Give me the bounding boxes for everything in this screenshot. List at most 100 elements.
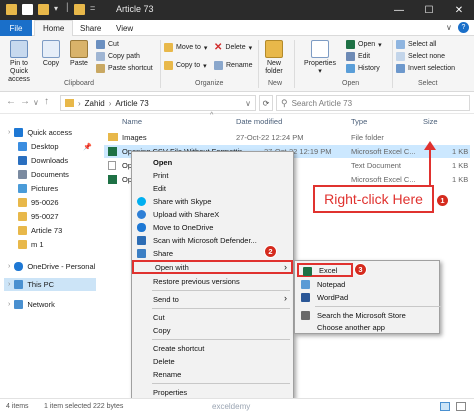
select-none-button[interactable]: Select none (396, 51, 445, 62)
nav-folder-95-0027[interactable]: 95-0027 (4, 210, 96, 223)
breadcrumb-article-73[interactable]: Article 73 (115, 99, 148, 108)
quick-access-dropdown-icon[interactable]: ▾ (54, 4, 58, 13)
search-input[interactable]: ⚲ Search Article 73 (276, 95, 470, 111)
nav-desktop[interactable]: Desktop 📌 (4, 140, 96, 153)
file-type: File folder (351, 133, 384, 142)
properties-button[interactable]: Properties ▾ (298, 40, 342, 76)
nav-network[interactable]: › Network (4, 298, 96, 311)
nav-pictures[interactable]: Pictures (4, 182, 96, 195)
copy-to-button[interactable]: Copy to ▾ (164, 60, 207, 71)
details-view-icon[interactable] (440, 402, 450, 411)
history-button[interactable]: History (346, 63, 380, 74)
nav-onedrive[interactable]: › OneDrive - Personal (4, 260, 96, 273)
tab-share[interactable]: Share (72, 20, 109, 36)
submenu-item-wordpad[interactable]: WordPad (295, 291, 439, 303)
column-header-size[interactable]: Size (423, 117, 438, 126)
wordpad-icon (301, 293, 310, 302)
pin-to-quick-access-button[interactable]: Pin to Quick access (2, 40, 36, 84)
address-field[interactable]: › Zahid › Article 73 ∨ (60, 95, 256, 111)
select-all-button[interactable]: Select all (396, 39, 436, 50)
share-icon (137, 249, 146, 258)
address-dropdown-icon[interactable]: ∨ (245, 99, 251, 108)
menu-item-open[interactable]: Open (132, 156, 293, 168)
up-arrow-icon[interactable]: ↑ (44, 96, 49, 107)
menu-item-move-to-onedrive[interactable]: Move to OneDrive (132, 221, 293, 233)
folder-icon (6, 4, 17, 15)
tab-view[interactable]: View (108, 20, 141, 36)
menu-item-share-with-skype[interactable]: Share with Skype (132, 195, 293, 207)
open-group-label: Open (342, 80, 360, 87)
open-with-submenu: Excel Notepad WordPad Search the Microso… (294, 260, 441, 334)
status-selection: 1 item selected 222 bytes (44, 403, 124, 410)
ribbon-separator (294, 40, 295, 88)
menu-separator (152, 308, 290, 309)
close-button[interactable]: ✕ (444, 0, 474, 20)
ribbon-collapse-icon[interactable]: ∨ (446, 23, 452, 32)
submenu-item-search-store[interactable]: Search the Microsoft Store (295, 309, 439, 321)
move-to-button[interactable]: Move to ▾ (164, 42, 207, 53)
breadcrumb-zahid[interactable]: Zahid (85, 99, 105, 108)
select-none-icon (396, 52, 405, 61)
back-arrow-icon[interactable]: ← (6, 96, 16, 107)
tab-file[interactable]: File (0, 20, 32, 36)
column-header-type[interactable]: Type (351, 117, 367, 126)
menu-item-properties[interactable]: Properties (132, 386, 293, 398)
recent-dropdown-icon[interactable]: ∨ (33, 98, 39, 107)
submenu-item-choose-another-app[interactable]: Choose another app (295, 321, 439, 333)
help-icon[interactable]: ? (458, 22, 469, 33)
chevron-down-icon: ▾ (318, 68, 322, 75)
file-row[interactable]: Images 27-Oct-22 12:24 PM File folder (104, 131, 470, 144)
properties-icon[interactable] (22, 4, 33, 15)
column-header-date[interactable]: Date modified (236, 117, 282, 126)
tab-home[interactable]: Home (34, 20, 74, 36)
open-button[interactable]: Open ▾ (346, 39, 382, 50)
new-folder-icon[interactable] (38, 4, 49, 15)
nav-this-pc[interactable]: › This PC (4, 278, 96, 291)
organize-group-label: Organize (195, 80, 224, 87)
history-icon (346, 64, 355, 73)
nav-documents[interactable]: Documents (4, 168, 96, 181)
nav-quick-access[interactable]: › Quick access (4, 126, 96, 139)
menu-item-restore-previous-versions[interactable]: Restore previous versions (132, 275, 293, 287)
cloud-icon (14, 262, 24, 271)
edit-button[interactable]: Edit (346, 51, 370, 62)
nav-folder-95-0026[interactable]: 95-0026 (4, 196, 96, 209)
paste-button[interactable]: Paste (66, 40, 92, 68)
column-header-name[interactable]: Name (122, 117, 142, 126)
nav-folder-article-73[interactable]: Article 73 (4, 224, 96, 237)
menu-item-edit[interactable]: Edit (132, 182, 293, 194)
menu-item-delete[interactable]: Delete (132, 355, 293, 367)
refresh-icon[interactable]: ⟳ (259, 95, 273, 111)
menu-item-copy[interactable]: Copy (132, 324, 293, 336)
paste-shortcut-button[interactable]: Paste shortcut (96, 63, 153, 74)
copy-button[interactable]: Copy (38, 40, 64, 68)
menu-item-print[interactable]: Print (132, 169, 293, 181)
maximize-button[interactable]: ☐ (414, 0, 444, 20)
minimize-button[interactable]: — (384, 0, 414, 20)
copy-path-button[interactable]: Copy path (96, 51, 140, 62)
copy-icon (42, 40, 60, 58)
file-type: Text Document (351, 161, 402, 170)
ribbon-separator (392, 40, 393, 88)
invert-selection-button[interactable]: Invert selection (396, 63, 455, 74)
menu-item-cut[interactable]: Cut (132, 311, 293, 323)
menu-separator (152, 339, 290, 340)
large-icons-view-icon[interactable] (456, 402, 466, 411)
submenu-item-excel[interactable]: Excel (297, 263, 353, 277)
menu-item-open-with[interactable]: Open with › (132, 260, 293, 274)
menu-item-create-shortcut[interactable]: Create shortcut (132, 342, 293, 354)
nav-downloads[interactable]: Downloads (4, 154, 96, 167)
chevron-down-icon: ▾ (378, 41, 382, 49)
rename-button[interactable]: Rename (214, 60, 252, 71)
forward-arrow-icon[interactable]: → (20, 96, 30, 107)
computer-icon (14, 280, 24, 289)
nav-folder-m1[interactable]: m 1 (4, 238, 96, 251)
delete-button[interactable]: ✕ Delete ▾ (214, 42, 252, 53)
new-folder-button[interactable]: New folder (262, 40, 286, 76)
menu-item-send-to[interactable]: Send to › (132, 293, 293, 305)
menu-item-rename[interactable]: Rename (132, 368, 293, 380)
chevron-right-icon: › (284, 293, 287, 303)
submenu-item-notepad[interactable]: Notepad (295, 278, 439, 290)
cut-button[interactable]: Cut (96, 39, 119, 50)
menu-item-upload-sharex[interactable]: Upload with ShareX (132, 208, 293, 220)
